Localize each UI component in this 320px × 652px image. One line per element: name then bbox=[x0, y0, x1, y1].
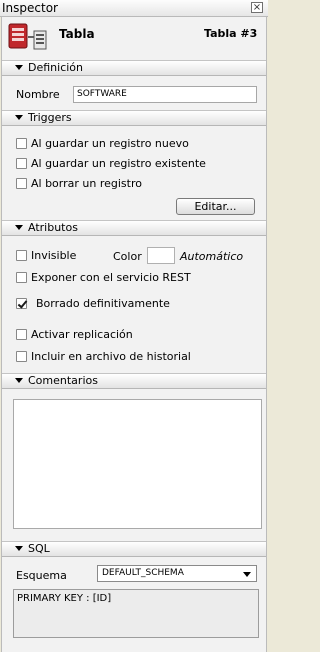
historial-label: Incluir en archivo de historial bbox=[31, 350, 191, 363]
chevron-down-icon bbox=[15, 115, 23, 120]
window-title: Inspector bbox=[2, 1, 58, 15]
section-sql-header[interactable]: SQL bbox=[2, 541, 266, 557]
chevron-down-icon bbox=[15, 378, 23, 383]
sql-statement-box[interactable]: PRIMARY KEY : [ID] bbox=[13, 589, 259, 638]
table-document-icon bbox=[8, 23, 50, 53]
color-label: Color bbox=[113, 250, 142, 263]
invisible-label: Invisible bbox=[31, 249, 77, 262]
header-title: Tabla bbox=[59, 27, 95, 41]
chevron-down-icon bbox=[15, 225, 23, 230]
section-atributos-header[interactable]: Atributos bbox=[2, 220, 266, 236]
table-number: Tabla #3 bbox=[204, 27, 258, 40]
section-triggers-header[interactable]: Triggers bbox=[2, 110, 266, 126]
trigger-existente-label: Al guardar un registro existente bbox=[31, 157, 206, 170]
section-comentarios-header[interactable]: Comentarios bbox=[2, 373, 266, 389]
color-value: Automático bbox=[180, 250, 244, 263]
comentarios-textarea[interactable] bbox=[13, 399, 262, 529]
section-triggers-label: Triggers bbox=[28, 111, 72, 124]
trigger-nuevo-checkbox[interactable] bbox=[16, 138, 27, 149]
replicacion-checkbox[interactable] bbox=[16, 329, 27, 340]
chevron-down-icon bbox=[243, 572, 251, 577]
color-swatch[interactable] bbox=[147, 247, 175, 264]
nombre-field[interactable]: SOFTWARE bbox=[73, 86, 257, 103]
section-atributos-label: Atributos bbox=[28, 221, 78, 234]
invisible-checkbox[interactable] bbox=[16, 250, 27, 261]
edit-triggers-button[interactable]: Editar... bbox=[176, 198, 255, 215]
historial-checkbox[interactable] bbox=[16, 351, 27, 362]
trigger-existente-checkbox[interactable] bbox=[16, 158, 27, 169]
rest-checkbox[interactable] bbox=[16, 272, 27, 283]
trigger-nuevo-label: Al guardar un registro nuevo bbox=[31, 137, 189, 150]
replicacion-label: Activar replicación bbox=[31, 328, 133, 341]
section-definicion-label: Definición bbox=[28, 61, 83, 74]
esquema-value: DEFAULT_SCHEMA bbox=[102, 568, 184, 578]
nombre-label: Nombre bbox=[16, 88, 60, 101]
window-titlebar: Inspector × bbox=[0, 0, 268, 17]
section-comentarios-label: Comentarios bbox=[28, 374, 98, 387]
close-button[interactable]: × bbox=[251, 2, 263, 13]
chevron-down-icon bbox=[15, 65, 23, 70]
section-sql-label: SQL bbox=[28, 542, 50, 555]
sql-statement: PRIMARY KEY : [ID] bbox=[17, 593, 112, 604]
esquema-select[interactable]: DEFAULT_SCHEMA bbox=[97, 565, 257, 582]
esquema-label: Esquema bbox=[16, 569, 67, 582]
rest-label: Exponer con el servicio REST bbox=[31, 271, 191, 284]
trigger-borrar-label: Al borrar un registro bbox=[31, 177, 142, 190]
chevron-down-icon bbox=[15, 546, 23, 551]
section-definicion-header[interactable]: Definición bbox=[2, 60, 266, 76]
trigger-borrar-checkbox[interactable] bbox=[16, 178, 27, 189]
borrado-label: Borrado definitivamente bbox=[36, 297, 170, 310]
borrado-checkbox[interactable] bbox=[16, 298, 27, 309]
